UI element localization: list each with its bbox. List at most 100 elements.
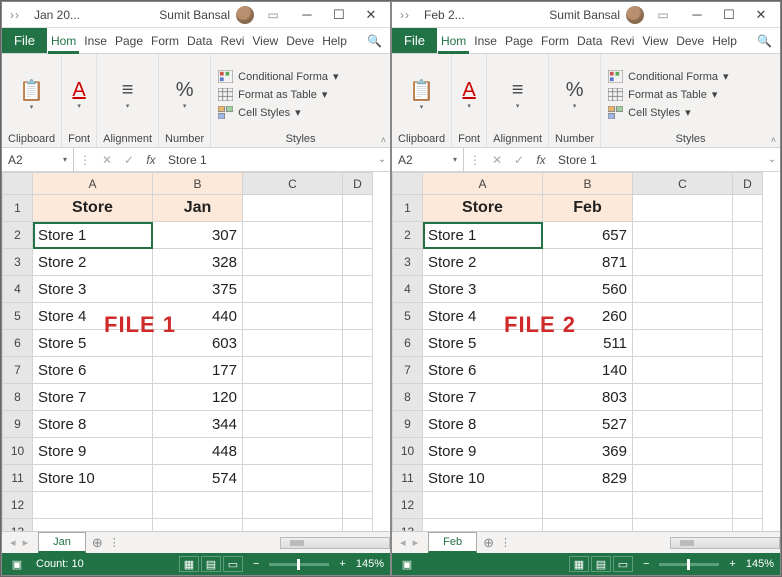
cell[interactable]: [733, 492, 763, 519]
row-header[interactable]: 13: [3, 519, 33, 532]
cell[interactable]: Store 9: [423, 438, 543, 465]
cell[interactable]: [633, 519, 733, 532]
cell[interactable]: [343, 465, 373, 492]
cell[interactable]: Store 5: [33, 330, 153, 357]
cell[interactable]: [633, 357, 733, 384]
cell[interactable]: [633, 438, 733, 465]
cell[interactable]: Store 5: [423, 330, 543, 357]
cell[interactable]: Store 3: [423, 276, 543, 303]
cell[interactable]: [343, 276, 373, 303]
ribbon-group-clipboard[interactable]: 📋▾ Clipboard: [392, 54, 452, 147]
page-layout-view-button[interactable]: ▤: [591, 556, 611, 572]
collapse-ribbon-icon[interactable]: ˄: [771, 135, 776, 145]
maximize-button[interactable]: ☐: [324, 5, 354, 25]
tab-page-layout[interactable]: Page: [111, 28, 147, 53]
tab-data[interactable]: Data: [573, 28, 606, 53]
cell[interactable]: [733, 330, 763, 357]
row-header[interactable]: 4: [393, 276, 423, 303]
collapse-ribbon-icon[interactable]: ˄: [381, 135, 386, 145]
row-header[interactable]: 7: [3, 357, 33, 384]
cell[interactable]: 829: [543, 465, 633, 492]
cell[interactable]: Store 2: [423, 249, 543, 276]
row-header[interactable]: 6: [393, 330, 423, 357]
cell[interactable]: [633, 276, 733, 303]
cell[interactable]: [733, 276, 763, 303]
sheet-nav-buttons[interactable]: ◂ ▸: [392, 536, 428, 549]
cell[interactable]: [153, 519, 243, 532]
cell[interactable]: Store 1: [423, 222, 543, 249]
cell[interactable]: [543, 519, 633, 532]
ribbon-group-font[interactable]: A▾ Font: [452, 54, 487, 147]
cell[interactable]: Store 6: [33, 357, 153, 384]
cell[interactable]: [633, 303, 733, 330]
cell[interactable]: 140: [543, 357, 633, 384]
cell[interactable]: [243, 411, 343, 438]
row-header[interactable]: 1: [393, 195, 423, 222]
cell[interactable]: [633, 195, 733, 222]
cell[interactable]: [243, 195, 343, 222]
cell[interactable]: 120: [153, 384, 243, 411]
tab-data[interactable]: Data: [183, 28, 216, 53]
row-header[interactable]: 7: [393, 357, 423, 384]
row-header[interactable]: 3: [393, 249, 423, 276]
row-header[interactable]: 12: [393, 492, 423, 519]
new-sheet-button[interactable]: ⊕: [483, 535, 494, 551]
cell[interactable]: [343, 438, 373, 465]
cell[interactable]: Jan: [153, 195, 243, 222]
cell[interactable]: Store 10: [33, 465, 153, 492]
cell[interactable]: Store 7: [33, 384, 153, 411]
cell[interactable]: [633, 384, 733, 411]
tab-view[interactable]: View: [638, 28, 672, 53]
cell[interactable]: [343, 303, 373, 330]
cell[interactable]: [33, 492, 153, 519]
cell[interactable]: [633, 249, 733, 276]
cell[interactable]: [733, 249, 763, 276]
conditional-formatting-button[interactable]: Conditional Forma▾: [217, 70, 384, 84]
spreadsheet-grid[interactable]: A B C D 1 Store Feb 2 Store 1 657 3 Stor…: [392, 172, 763, 531]
cell[interactable]: 260: [543, 303, 633, 330]
enter-formula-button[interactable]: ✓: [508, 153, 530, 167]
zoom-slider[interactable]: [269, 563, 329, 566]
zoom-in-button[interactable]: +: [729, 558, 735, 570]
cell[interactable]: [633, 411, 733, 438]
col-header-c[interactable]: C: [633, 173, 733, 195]
cell[interactable]: Store 9: [33, 438, 153, 465]
normal-view-button[interactable]: ▦: [569, 556, 589, 572]
formula-input[interactable]: Store 1: [552, 148, 764, 171]
row-header[interactable]: 8: [3, 384, 33, 411]
cell[interactable]: [153, 492, 243, 519]
row-header[interactable]: 5: [393, 303, 423, 330]
name-box[interactable]: A2 ▾: [392, 148, 464, 171]
cell-styles-button[interactable]: Cell Styles▾: [217, 106, 384, 120]
cell[interactable]: [243, 222, 343, 249]
col-header-a[interactable]: A: [423, 173, 543, 195]
col-header-b[interactable]: B: [543, 173, 633, 195]
cell[interactable]: [243, 303, 343, 330]
cell[interactable]: [343, 357, 373, 384]
cell[interactable]: [343, 384, 373, 411]
expand-formula-bar-icon[interactable]: ⌄: [764, 154, 780, 165]
row-header[interactable]: 13: [393, 519, 423, 532]
cell[interactable]: [343, 195, 373, 222]
cell[interactable]: 177: [153, 357, 243, 384]
tell-me-search-icon[interactable]: 🔍: [359, 28, 390, 53]
tab-view[interactable]: View: [248, 28, 282, 53]
ribbon-group-alignment[interactable]: ≡▾ Alignment: [97, 54, 159, 147]
cancel-formula-button[interactable]: ✕: [96, 153, 118, 167]
new-sheet-button[interactable]: ⊕: [92, 535, 103, 551]
tab-review[interactable]: Revi: [606, 28, 638, 53]
cell[interactable]: [343, 519, 373, 532]
cell[interactable]: [243, 465, 343, 492]
sheet-tab[interactable]: Feb: [428, 532, 477, 553]
row-header[interactable]: 9: [393, 411, 423, 438]
close-button[interactable]: ✕: [746, 5, 776, 25]
cell[interactable]: 871: [543, 249, 633, 276]
row-header[interactable]: 12: [3, 492, 33, 519]
sheet-area[interactable]: A B C D 1 Store Feb 2 Store 1 657 3 Stor…: [392, 172, 780, 531]
cell[interactable]: [33, 519, 153, 532]
row-header[interactable]: 3: [3, 249, 33, 276]
tab-developer[interactable]: Deve: [672, 28, 708, 53]
page-break-view-button[interactable]: ▭: [613, 556, 633, 572]
conditional-formatting-button[interactable]: Conditional Forma▾: [607, 70, 774, 84]
tab-formulas[interactable]: Form: [537, 28, 573, 53]
